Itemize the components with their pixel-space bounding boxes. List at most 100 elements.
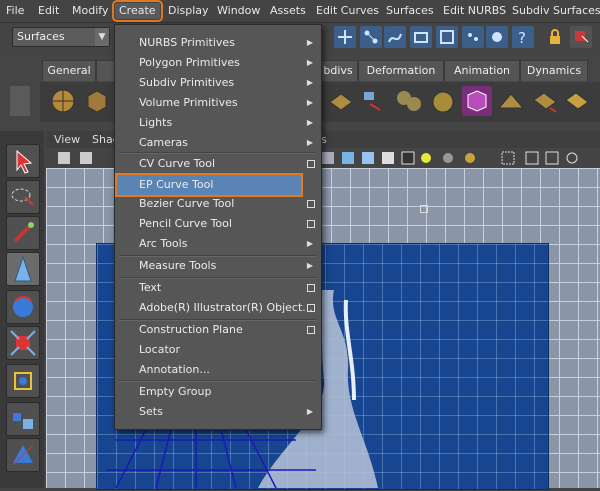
smooth-shade-icon — [342, 152, 354, 164]
xray-icon — [525, 151, 539, 165]
menu-item-lights[interactable]: Lights ▶ — [115, 113, 321, 133]
paint-select-icon[interactable] — [6, 216, 40, 250]
submenu-arrow-icon: ▶ — [306, 407, 313, 416]
menu-edit-curves[interactable]: Edit Curves — [316, 3, 379, 19]
submenu-arrow-icon: ▶ — [306, 261, 313, 270]
select-tool-icon[interactable] — [6, 144, 40, 178]
mode-select[interactable]: Surfaces ▼ — [12, 27, 110, 47]
lights-icon — [421, 153, 431, 163]
particle-icon[interactable] — [486, 26, 508, 48]
wire-on-shaded-icon — [362, 152, 374, 164]
menu-subdiv-surfaces[interactable]: Subdiv Surfaces — [512, 3, 600, 19]
menu-item-annotation[interactable]: Annotation... — [115, 360, 321, 380]
menu-item-pencil-curve-tool[interactable]: Pencil Curve Tool — [115, 214, 321, 234]
submenu-arrow-icon: ▶ — [306, 38, 313, 47]
menu-surfaces[interactable]: Surfaces — [386, 3, 434, 19]
snap-grid-icon[interactable] — [334, 26, 356, 48]
submenu-arrow-icon: ▶ — [306, 118, 313, 127]
menu-item-illustrator-object[interactable]: Adobe(R) Illustrator(R) Object... — [115, 298, 321, 318]
cube-icon[interactable] — [82, 86, 112, 116]
viewport-menu-view[interactable]: View — [54, 133, 80, 146]
soft-mod-icon[interactable] — [6, 402, 40, 436]
option-box-icon — [307, 326, 315, 334]
option-box-icon — [307, 200, 315, 208]
lock-icon[interactable] — [544, 26, 566, 48]
tab-subdivs[interactable]: bdivs — [318, 60, 358, 81]
plane-icon[interactable] — [326, 86, 356, 116]
move-tool-icon[interactable] — [6, 252, 40, 286]
menu-item-nurbs-primitives[interactable]: NURBS Primitives ▶ — [115, 33, 321, 53]
submenu-arrow-icon: ▶ — [306, 98, 313, 107]
torus-icon[interactable] — [394, 86, 424, 116]
menu-item-measure-tools[interactable]: Measure Tools ▶ — [115, 256, 321, 276]
menu-item-empty-group[interactable]: Empty Group — [115, 382, 321, 402]
bookmark-icon — [80, 152, 92, 164]
option-box-icon[interactable] — [420, 205, 428, 213]
shadows-icon — [443, 153, 453, 163]
attach-surface-icon[interactable] — [358, 86, 388, 116]
scale-tool-icon[interactable] — [6, 326, 40, 360]
camera-icon — [58, 152, 70, 164]
menu-display[interactable]: Display — [168, 3, 209, 19]
tab-subdivs-label: bdivs — [323, 64, 353, 77]
menu-item-arc-tools[interactable]: Arc Tools ▶ — [115, 234, 321, 254]
tab-general[interactable]: General — [42, 60, 96, 81]
menu-create[interactable]: Create — [112, 0, 163, 22]
create-menu: NURBS Primitives ▶ Polygon Primitives ▶ Su… — [114, 24, 428, 430]
snap-curve-icon[interactable] — [360, 26, 382, 48]
show-manip-icon[interactable] — [6, 438, 40, 472]
menu-item-sets[interactable]: Sets ▶ — [115, 402, 321, 422]
shelf-menu-icon[interactable] — [10, 86, 30, 116]
menu-assets[interactable]: Assets — [270, 3, 306, 19]
chevron-down-icon: ▼ — [95, 28, 109, 46]
menu-item-cv-curve-tool[interactable]: CV Curve Tool — [115, 154, 321, 174]
select-object-icon[interactable] — [570, 26, 592, 48]
menu-item-polygon-primitives[interactable]: Polygon Primitives ▶ — [115, 53, 321, 73]
option-box-icon — [307, 284, 315, 292]
menu-edit-nurbs[interactable]: Edit NURBS — [443, 3, 506, 19]
submenu-arrow-icon: ▶ — [306, 138, 313, 147]
textured-icon — [382, 152, 394, 164]
snap-surface-icon[interactable] — [436, 26, 458, 48]
menu-item-bezier-curve-tool[interactable]: Bezier Curve Tool — [115, 194, 321, 214]
menu-item-construction-plane[interactable]: Construction Plane — [115, 320, 321, 340]
share-icon — [566, 152, 578, 164]
option-box-icon — [307, 304, 315, 312]
menu-file[interactable]: File — [6, 3, 24, 19]
menu-item-ep-curve-tool[interactable]: EP Curve Tool — [115, 173, 303, 197]
snap-live-icon[interactable] — [462, 26, 484, 48]
submenu-arrow-icon: ▶ — [306, 239, 313, 248]
revolve-icon[interactable] — [428, 86, 458, 116]
mode-select-value: Surfaces — [17, 30, 65, 43]
help-icon[interactable]: ? — [512, 26, 534, 48]
bounding-cube-icon[interactable] — [462, 86, 492, 116]
menu-window[interactable]: Window — [217, 3, 260, 19]
menu-item-text[interactable]: Text — [115, 278, 321, 298]
snap-point-icon[interactable] — [384, 26, 406, 48]
xray-joints-icon — [545, 151, 559, 165]
tab-deformation[interactable]: Deformation — [358, 60, 444, 81]
tab-animation[interactable]: Animation — [444, 60, 520, 81]
planar-icon[interactable] — [530, 86, 560, 116]
lasso-tool-icon[interactable] — [6, 180, 40, 214]
manipulator-icon[interactable] — [6, 364, 40, 398]
menu-item-volume-primitives[interactable]: Volume Primitives ▶ — [115, 93, 321, 113]
option-box-icon — [307, 160, 315, 168]
sphere-icon[interactable] — [48, 86, 78, 116]
wireframe-icon — [322, 152, 334, 164]
tab-dynamics[interactable]: Dynamics — [520, 60, 588, 81]
rotate-tool-icon[interactable] — [6, 290, 40, 324]
menu-modify[interactable]: Modify — [72, 3, 108, 19]
menu-item-locator[interactable]: Locator — [115, 340, 321, 360]
loft-icon[interactable] — [496, 86, 526, 116]
birail-icon[interactable] — [562, 86, 592, 116]
menu-item-cameras[interactable]: Cameras ▶ — [115, 133, 321, 153]
menu-bar: File Edit Modify Create Display Window A… — [0, 0, 600, 23]
menu-edit[interactable]: Edit — [38, 3, 59, 19]
snap-view-icon[interactable] — [410, 26, 432, 48]
isolate-icon — [501, 151, 515, 165]
checker-icon — [401, 151, 415, 165]
hq-render-icon — [465, 153, 475, 163]
submenu-arrow-icon: ▶ — [306, 58, 313, 67]
menu-item-subdiv-primitives[interactable]: Subdiv Primitives ▶ — [115, 73, 321, 93]
